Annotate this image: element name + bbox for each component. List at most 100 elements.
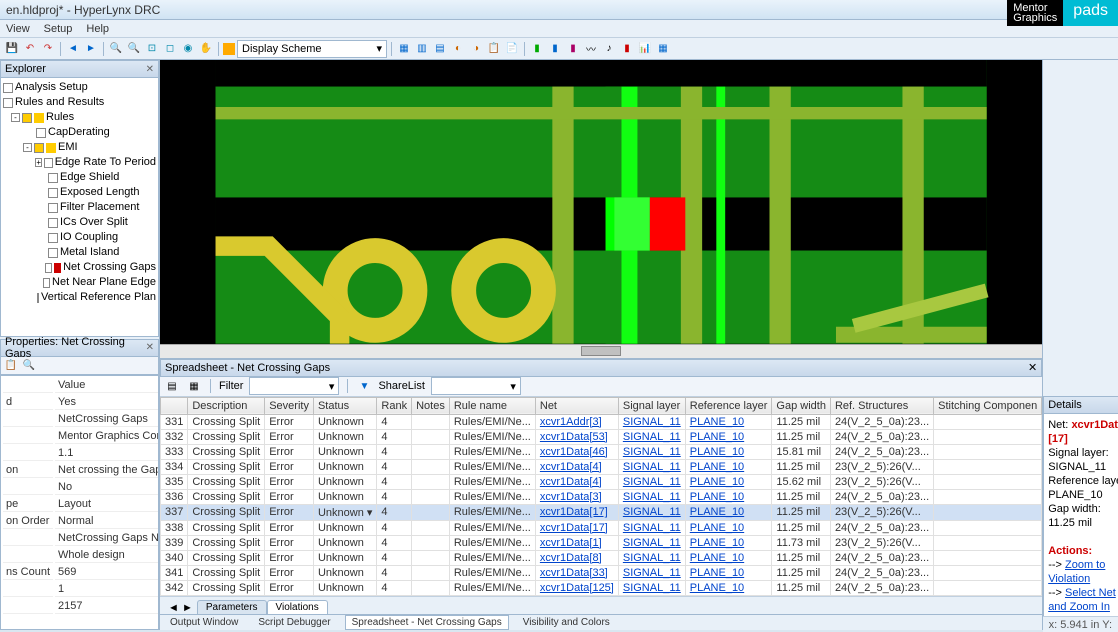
tree-item[interactable]: Vertical Reference Plan	[3, 290, 156, 305]
action-select-net-zoom[interactable]: Select Net and Zoom In	[1048, 587, 1116, 613]
table-row[interactable]: 332Crossing SplitErrorUnknown4Rules/EMI/…	[161, 429, 1042, 444]
tab-output-window[interactable]: Output Window	[164, 616, 244, 629]
column-header[interactable]: Reference layer	[685, 397, 772, 414]
details-header: Details ✕	[1043, 396, 1118, 414]
tree-item[interactable]: Net Crossing Gaps	[3, 260, 156, 275]
layer-icon[interactable]	[223, 43, 235, 55]
tree-item[interactable]: Analysis Setup	[3, 80, 156, 95]
tool-icon[interactable]: 📊	[637, 41, 653, 57]
tab-spreadsheet[interactable]: Spreadsheet - Net Crossing Gaps	[345, 615, 509, 630]
tree-item[interactable]: -Rules	[3, 110, 156, 125]
menu-view[interactable]: View	[6, 23, 30, 35]
column-header[interactable]: Rule name	[449, 397, 535, 414]
zoom-sel-icon[interactable]: ◉	[180, 41, 196, 57]
tool-icon[interactable]: ♪	[601, 41, 617, 57]
violations-grid[interactable]: DescriptionSeverityStatusRankNotesRule n…	[160, 397, 1042, 596]
menu-help[interactable]: Help	[86, 23, 109, 35]
tab-script-debugger[interactable]: Script Debugger	[252, 616, 336, 629]
properties-grid[interactable]: ValuedYesNetCrossing GapsMentor Graphics…	[0, 375, 159, 631]
tab-violations[interactable]: Violations	[267, 600, 328, 614]
nav-back-icon[interactable]: ◄	[65, 41, 81, 57]
column-header[interactable]: Status	[313, 397, 376, 414]
tree-item[interactable]: Edge Shield	[3, 170, 156, 185]
tree-item[interactable]: Filter Placement	[3, 200, 156, 215]
tool-icon[interactable]: ▮	[565, 41, 581, 57]
menu-setup[interactable]: Setup	[44, 23, 73, 35]
tree-item[interactable]: -EMI	[3, 140, 156, 155]
tab-visibility-colors[interactable]: Visibility and Colors	[517, 616, 616, 629]
column-header[interactable]: Description	[188, 397, 265, 414]
canvas-scrollbar-h[interactable]	[160, 344, 1042, 358]
zoom-fit-icon[interactable]: ⊡	[144, 41, 160, 57]
table-row[interactable]: 331Crossing SplitErrorUnknown4Rules/EMI/…	[161, 414, 1042, 429]
pan-icon[interactable]: ✋	[198, 41, 214, 57]
ss-tool-icon[interactable]: ▦	[186, 378, 202, 394]
center-column: Spreadsheet - Net Crossing Gaps ✕ ▤ ▦ Fi…	[160, 60, 1042, 630]
filter-dropdown[interactable]: ▾	[249, 377, 339, 395]
table-row[interactable]: 341Crossing SplitErrorUnknown4Rules/EMI/…	[161, 565, 1042, 580]
nav-fwd-icon[interactable]: ►	[83, 41, 99, 57]
pcb-canvas[interactable]	[160, 60, 1042, 344]
table-row[interactable]: 339Crossing SplitErrorUnknown4Rules/EMI/…	[161, 535, 1042, 550]
props-tool-icon[interactable]: 🔍	[21, 357, 37, 373]
tree-item[interactable]: Exposed Length	[3, 185, 156, 200]
save-icon[interactable]: 💾	[4, 41, 20, 57]
tool-icon[interactable]: ▦	[655, 41, 671, 57]
zoom-out-icon[interactable]: 🔍	[126, 41, 142, 57]
ss-tool-icon[interactable]: ▤	[164, 378, 180, 394]
tool-icon[interactable]: ▤	[432, 41, 448, 57]
display-scheme-dropdown[interactable]: Display Scheme▾	[237, 40, 387, 58]
funnel-icon[interactable]: ▼	[356, 378, 372, 394]
tool-icon[interactable]: 📄	[504, 41, 520, 57]
tool-icon[interactable]: ▥	[414, 41, 430, 57]
close-icon[interactable]: ✕	[146, 342, 154, 353]
table-row[interactable]: 338Crossing SplitErrorUnknown4Rules/EMI/…	[161, 520, 1042, 535]
table-row[interactable]: 335Crossing SplitErrorUnknown4Rules/EMI/…	[161, 474, 1042, 489]
tree-item[interactable]: CapDerating	[3, 125, 156, 140]
sharelist-dropdown[interactable]: ▾	[431, 377, 521, 395]
column-header[interactable]: Ref. Structures	[830, 397, 933, 414]
tool-icon[interactable]: ◑	[468, 41, 484, 57]
tree-item[interactable]: Net Near Plane Edge	[3, 275, 156, 290]
toolbar: 💾 ↶ ↷ ◄ ► 🔍 🔍 ⊡ ◻ ◉ ✋ Display Scheme▾ ▦ …	[0, 38, 1118, 60]
column-header[interactable]: Severity	[265, 397, 314, 414]
tool-icon[interactable]: ▮	[529, 41, 545, 57]
tree-item[interactable]: ICs Over Split	[3, 215, 156, 230]
tree-item[interactable]: Metal Island	[3, 245, 156, 260]
tree-item[interactable]: Rules and Results	[3, 95, 156, 110]
undo-icon[interactable]: ↶	[22, 41, 38, 57]
close-icon[interactable]: ✕	[146, 64, 154, 75]
tool-icon[interactable]: ▮	[619, 41, 635, 57]
tab-parameters[interactable]: Parameters	[197, 600, 267, 614]
tool-icon[interactable]: 📋	[486, 41, 502, 57]
tool-icon[interactable]: ◐	[450, 41, 466, 57]
column-header[interactable]	[161, 397, 188, 414]
column-header[interactable]: Gap width	[772, 397, 831, 414]
spreadsheet-panel: Spreadsheet - Net Crossing Gaps ✕ ▤ ▦ Fi…	[160, 358, 1042, 614]
table-row[interactable]: 337Crossing SplitErrorUnknown ▾4Rules/EM…	[161, 504, 1042, 520]
table-row[interactable]: 334Crossing SplitErrorUnknown4Rules/EMI/…	[161, 459, 1042, 474]
tree-item[interactable]: IO Coupling	[3, 230, 156, 245]
props-tool-icon[interactable]: 📋	[3, 357, 19, 373]
table-row[interactable]: 333Crossing SplitErrorUnknown4Rules/EMI/…	[161, 444, 1042, 459]
tree-item[interactable]: +Edge Rate To Period	[3, 155, 156, 170]
column-header[interactable]: Stitching Componen	[934, 397, 1042, 414]
column-header[interactable]: Notes	[412, 397, 450, 414]
rules-tree[interactable]: Analysis SetupRules and Results-RulesCap…	[0, 78, 159, 337]
zoom-window-icon[interactable]: ◻	[162, 41, 178, 57]
table-row[interactable]: 340Crossing SplitErrorUnknown4Rules/EMI/…	[161, 550, 1042, 565]
column-header[interactable]: Net	[535, 397, 618, 414]
mentor-graphics-logo: MentorGraphics	[1007, 0, 1063, 26]
tool-icon[interactable]: ▮	[547, 41, 563, 57]
close-icon[interactable]: ✕	[1028, 361, 1037, 374]
redo-icon[interactable]: ↷	[40, 41, 56, 57]
column-header[interactable]: Signal layer	[618, 397, 685, 414]
tool-icon[interactable]: ▦	[396, 41, 412, 57]
action-zoom-violation[interactable]: Zoom to Violation	[1048, 559, 1105, 585]
table-row[interactable]: 342Crossing SplitErrorUnknown4Rules/EMI/…	[161, 580, 1042, 595]
tool-icon[interactable]: 〰	[583, 41, 599, 57]
column-header[interactable]: Rank	[377, 397, 412, 414]
table-row[interactable]: 336Crossing SplitErrorUnknown4Rules/EMI/…	[161, 489, 1042, 504]
zoom-in-icon[interactable]: 🔍	[108, 41, 124, 57]
window-title: en.hldproj* - HyperLynx DRC	[6, 3, 160, 17]
